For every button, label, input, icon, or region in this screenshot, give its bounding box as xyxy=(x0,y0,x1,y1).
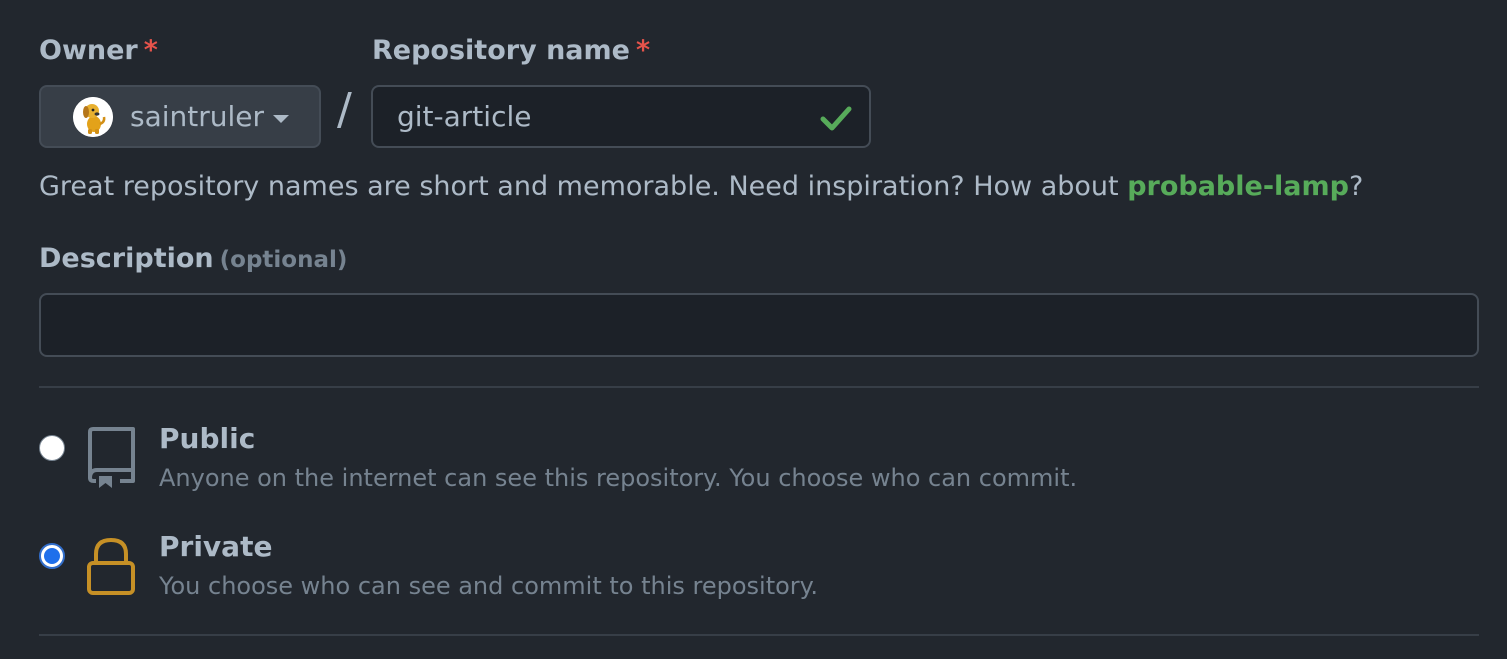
description-input[interactable] xyxy=(41,295,1477,355)
description-label-text: Description xyxy=(39,243,214,274)
hint-suffix: ? xyxy=(1348,171,1364,202)
description-label: Description (optional) xyxy=(39,245,347,272)
check-icon xyxy=(820,106,852,131)
owner-repo-separator: / xyxy=(337,84,352,135)
owner-label-text: Owner xyxy=(39,35,138,66)
repository-name-hint: Great repository names are short and mem… xyxy=(39,171,1363,202)
required-mark: * xyxy=(635,35,651,66)
section-divider xyxy=(39,386,1479,388)
caret-down-icon xyxy=(273,114,290,123)
hint-text: Great repository names are short and mem… xyxy=(39,171,1128,202)
optional-note: (optional) xyxy=(219,247,348,273)
visibility-public-radio[interactable] xyxy=(39,435,65,461)
repository-name-label: Repository name * xyxy=(372,37,650,64)
visibility-public-description: Anyone on the internet can see this repo… xyxy=(159,464,1078,492)
visibility-private-description: You choose who can see and commit to thi… xyxy=(159,572,819,600)
owner-label: Owner * xyxy=(39,37,158,64)
section-divider xyxy=(39,634,1479,636)
dog-avatar-icon xyxy=(73,96,113,137)
visibility-public-title: Public xyxy=(159,422,256,455)
lock-icon xyxy=(87,537,135,595)
repository-name-label-text: Repository name xyxy=(372,35,630,66)
visibility-private-radio[interactable] xyxy=(39,543,65,569)
repository-name-input[interactable] xyxy=(397,87,817,146)
owner-dropdown-button[interactable]: saintruler xyxy=(39,85,321,148)
required-mark: * xyxy=(143,35,158,66)
description-field xyxy=(39,293,1479,357)
owner-name: saintruler xyxy=(130,100,265,133)
repo-icon xyxy=(88,427,135,488)
visibility-private-title: Private xyxy=(159,530,273,563)
radio-selected-dot xyxy=(44,548,60,564)
name-suggestion-link[interactable]: probable-lamp xyxy=(1127,171,1349,202)
repository-name-field xyxy=(371,85,871,148)
